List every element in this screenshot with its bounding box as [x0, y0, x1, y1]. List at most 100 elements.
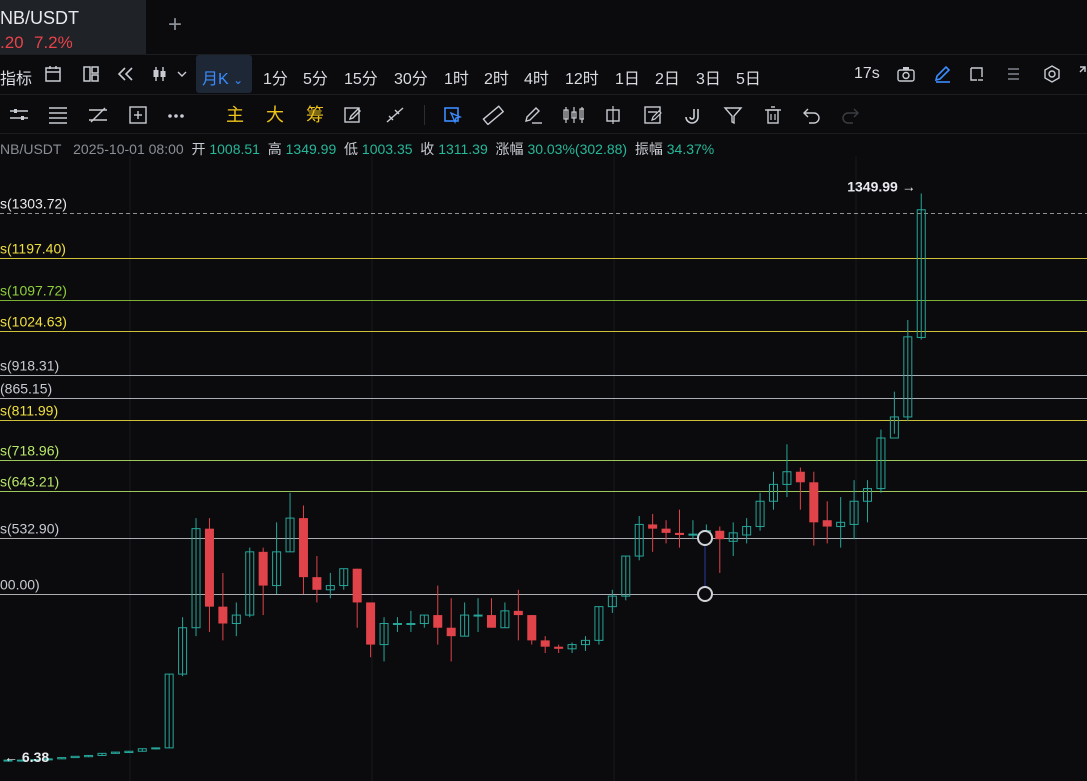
price-level-label: (865.15) — [0, 381, 52, 397]
candle-body — [473, 614, 483, 617]
info-change: 30.03%(302.88) — [527, 141, 628, 157]
fullscreen-icon[interactable] — [1078, 65, 1087, 83]
position-icon[interactable] — [602, 105, 624, 125]
candle-body — [446, 627, 456, 637]
magnet-icon[interactable] — [682, 105, 704, 125]
layout-icon[interactable] — [82, 65, 100, 83]
trash-icon[interactable] — [762, 105, 784, 125]
info-amplitude-label: 振幅 — [634, 141, 663, 157]
replay-icon[interactable] — [116, 65, 136, 83]
price-level-label: s(1303.72) — [0, 196, 67, 212]
low-price-marker: ← 6.38 — [4, 749, 49, 765]
tab-2d[interactable]: 2日 — [655, 65, 680, 89]
info-low: 1003.35 — [361, 141, 413, 157]
indicator-settings-icon[interactable] — [8, 105, 30, 125]
candle-body — [822, 520, 832, 527]
horizontal-lines-icon[interactable] — [47, 105, 69, 125]
tab-15min[interactable]: 15分 — [344, 65, 378, 89]
calendar-icon[interactable] — [44, 65, 62, 83]
tab-monthly-label: 月K ⌄ — [202, 71, 244, 88]
price-level-label: s(643.21) — [0, 474, 59, 490]
price-level-label: s(1197.40) — [0, 241, 66, 257]
info-open-label: 开 — [191, 141, 206, 157]
tab-3d[interactable]: 3日 — [696, 65, 721, 89]
price-level-label: 00.00) — [0, 577, 40, 593]
info-amplitude: 34.37% — [666, 141, 715, 157]
indicators-button[interactable]: 指标 — [0, 65, 32, 89]
candle-body — [675, 532, 684, 535]
edit-drawing-icon[interactable] — [342, 105, 364, 125]
candle-body — [486, 615, 496, 628]
drawing-toolbar: 主 大 筹 — [0, 94, 1087, 134]
ruler-draw-icon[interactable] — [384, 105, 406, 125]
price-level-label: s(532.90) — [0, 521, 59, 537]
main-indicator-toggle[interactable]: 主 — [224, 105, 246, 125]
info-symbol: NB/USDT — [0, 141, 62, 157]
info-high-label: 高 — [267, 141, 282, 157]
big-order-toggle[interactable]: 大 — [264, 105, 286, 125]
candle-body — [540, 640, 550, 647]
chart-type-candle-icon[interactable] — [152, 65, 188, 83]
info-change-label: 涨幅 — [495, 141, 524, 157]
info-low-label: 低 — [344, 141, 359, 157]
more-icon[interactable] — [166, 105, 188, 125]
candle-body — [554, 646, 564, 649]
add-indicator-icon[interactable] — [127, 105, 149, 125]
price-level-label: s(1097.72) — [0, 283, 67, 299]
chart-canvas[interactable]: s(1303.72) s(1197.40) s(1097.72) s(1024.63)… — [0, 156, 1087, 781]
tab-5min[interactable]: 5分 — [303, 65, 328, 89]
candle-body — [513, 610, 523, 616]
brush-icon[interactable] — [522, 105, 544, 125]
trend-channel-icon[interactable] — [87, 105, 109, 125]
tab-1min[interactable]: 1分 — [263, 65, 288, 89]
candle-body — [258, 551, 268, 586]
camera-icon[interactable] — [896, 65, 916, 83]
tab-symbol-label: NB/USDT — [0, 8, 80, 28]
chip-distribution-toggle[interactable]: 筹 — [304, 105, 326, 125]
tab-30min[interactable]: 30分 — [394, 65, 428, 89]
settings-icon[interactable] — [1042, 64, 1062, 84]
candle-body — [204, 528, 214, 607]
plus-icon[interactable]: + — [162, 12, 188, 38]
refresh-interval[interactable]: 17s — [854, 65, 880, 83]
tab-change-label: 7.2% — [34, 33, 73, 52]
candle-body — [406, 623, 416, 626]
price-level-label: s(811.99) — [0, 403, 58, 419]
candle-body — [661, 528, 671, 533]
candle-body — [312, 577, 322, 590]
order-icon[interactable] — [967, 65, 987, 83]
select-cursor-icon[interactable] — [442, 105, 464, 125]
symbol-tab[interactable]: NB/USDT .20 7.2% — [0, 0, 146, 54]
tab-1d[interactable]: 1日 — [615, 65, 640, 89]
pencil-icon[interactable] — [933, 65, 953, 83]
candle-body — [688, 533, 698, 536]
tab-price-label: .20 — [0, 33, 24, 52]
info-close: 1311.39 — [438, 141, 488, 157]
tab-5d[interactable]: 5日 — [736, 65, 761, 89]
candle-body — [648, 524, 658, 529]
tab-4h[interactable]: 4时 — [524, 65, 549, 89]
tab-bar: NB/USDT .20 7.2% + — [0, 0, 1087, 54]
candle-body — [151, 747, 161, 750]
list-icon[interactable] — [1004, 65, 1022, 83]
toolbar-divider — [424, 105, 425, 125]
candle-body — [795, 471, 805, 483]
pattern-candles-icon[interactable] — [562, 105, 584, 125]
filter-icon[interactable] — [722, 105, 744, 125]
tab-2h[interactable]: 2时 — [484, 65, 509, 89]
candle-body — [218, 606, 228, 624]
price-level-label: s(1024.63) — [0, 314, 67, 330]
undo-icon[interactable] — [800, 105, 822, 125]
candle-body — [433, 615, 443, 628]
tab-1h[interactable]: 1时 — [444, 65, 469, 89]
note-icon[interactable] — [642, 105, 664, 125]
redo-icon[interactable] — [840, 105, 862, 125]
candle-body — [392, 623, 402, 626]
tab-12h[interactable]: 12时 — [565, 65, 599, 89]
candle-body — [527, 615, 537, 641]
ruler-icon[interactable] — [482, 105, 504, 125]
candle-body — [298, 518, 308, 578]
candlestick-chart[interactable]: s(1303.72) s(1197.40) s(1097.72) s(1024.63)… — [0, 156, 1087, 781]
candle-body — [715, 530, 725, 540]
candle-body — [809, 482, 819, 523]
